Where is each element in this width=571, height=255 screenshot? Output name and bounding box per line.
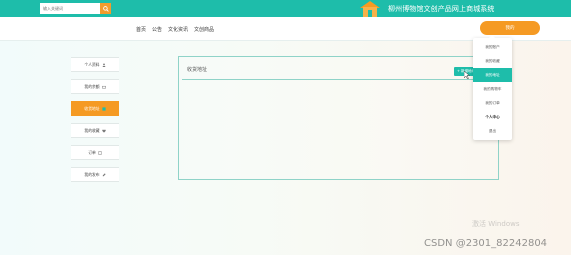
sidebar-item-label: 我的收藏 [84,127,100,133]
title-divider [182,79,495,80]
sidebar-item-balance[interactable]: 我的余额 [71,79,119,94]
heart-icon [101,129,106,133]
mouse-cursor-icon [464,71,470,79]
sidebar-item-label: 我的余额 [84,83,100,89]
dropdown-item-logout[interactable]: 退出 [473,124,512,138]
sidebar-item-favorites[interactable]: 我的收藏 [71,123,119,138]
dropdown-item-account[interactable]: 我的账户 [473,40,512,54]
sidebar-item-label: 个人资料 [84,61,100,67]
dropdown-item-profile-center[interactable]: 个人中心 [473,110,512,124]
edit-icon [102,172,106,176]
sidebar-item-orders[interactable]: 订单 [71,145,119,160]
dropdown-item-orders[interactable]: 我的订单 [473,96,512,110]
user-menu-button[interactable]: 我的 [480,21,540,35]
nav-home[interactable]: 首页 [136,26,146,33]
sidebar-item-label: 收货地址 [84,105,100,111]
csdn-watermark: CSDN @2301_82242804 [424,238,548,249]
address-panel: 收货地址 [178,56,499,180]
search-input[interactable] [40,3,100,14]
nav-products[interactable]: 文创商品 [194,26,214,33]
nav-notice[interactable]: 公告 [152,26,162,33]
search-icon [102,5,109,12]
sidebar-item-label: 我的发布 [84,171,100,177]
address-icon [101,106,106,111]
sidebar-item-address[interactable]: 收货地址 [71,101,119,116]
site-logo-icon [358,0,382,17]
search-box [40,3,112,14]
dropdown-item-cart[interactable]: 我的购物车 [473,82,512,96]
dropdown-item-favorites[interactable]: 我的收藏 [473,54,512,68]
sidebar-item-profile[interactable]: 个人资料 [71,57,119,72]
top-bar: 柳州博物馆文创产品网上商城系统 [0,0,571,17]
nav-links: 首页 公告 文化资讯 文创商品 [136,26,214,33]
site-title: 柳州博物馆文创产品网上商城系统 [388,5,495,13]
sidebar: 个人资料 我的余额 收货地址 我的收藏 订单 我的发布 [71,57,119,189]
user-icon [101,63,106,67]
page-title: 收货地址 [187,67,208,73]
wallet-icon [101,85,106,88]
windows-activation-watermark: 激活 Windows [472,220,520,228]
sidebar-item-label: 订单 [88,149,96,155]
search-button[interactable] [100,3,111,14]
dropdown-item-address[interactable]: 我的地址 [473,68,512,82]
user-dropdown-menu: 我的账户 我的收藏 我的地址 我的购物车 我的订单 个人中心 退出 [473,35,512,140]
order-icon [98,150,102,155]
sidebar-item-posts[interactable]: 我的发布 [71,167,119,182]
nav-culture-news[interactable]: 文化资讯 [168,26,188,33]
